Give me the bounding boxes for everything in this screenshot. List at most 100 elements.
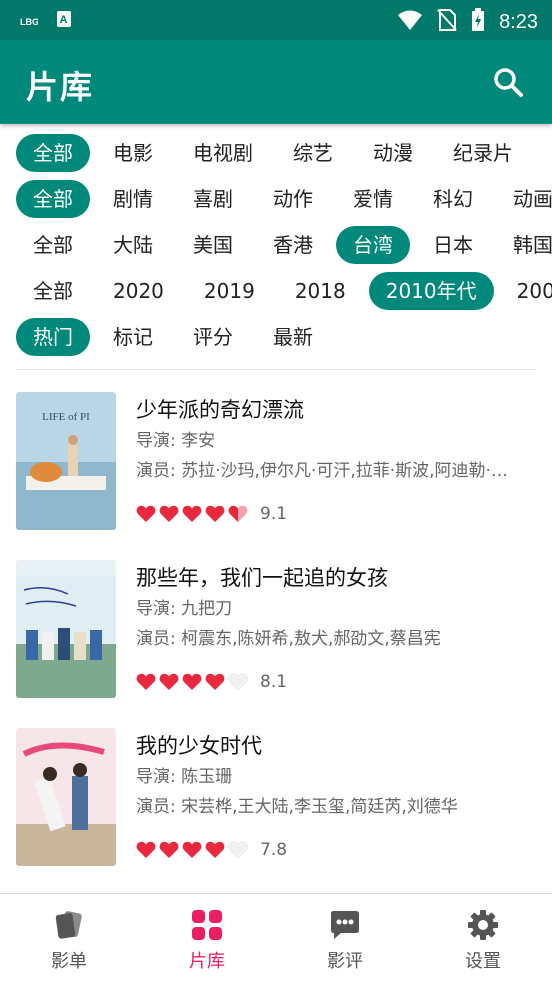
filter-panel: 全部 电影 电视剧 综艺 动漫 纪录片 全部 剧情 喜剧 动作 爱情 科幻 动画 全部 大陆 美国 香港 台湾… (0, 130, 552, 360)
filter-chip-genre[interactable]: 爱情 (336, 180, 410, 218)
tab-library[interactable]: 片库 (138, 894, 276, 983)
rating-hearts (136, 841, 248, 859)
movie-actors: 演员: 苏拉·沙玛,伊尔凡·可汗,拉菲·斯波,阿迪勒·… (136, 461, 508, 481)
movie-director: 导演: 陈玉珊 (136, 767, 233, 787)
tab-movie-lists[interactable]: 影单 (0, 894, 138, 983)
status-time: 8:23 (499, 10, 538, 33)
genre-filter-row: 全部 剧情 喜剧 动作 爱情 科幻 动画 (0, 176, 552, 222)
movie-poster: LIFE of PI (16, 392, 116, 530)
divider (16, 369, 536, 370)
filter-chip-region[interactable]: 美国 (176, 226, 250, 264)
filter-chip-genre[interactable]: 喜剧 (176, 180, 250, 218)
movie-director: 导演: 九把刀 (136, 599, 233, 619)
filter-chip-genre[interactable]: 动作 (256, 180, 330, 218)
tab-label: 影评 (327, 950, 363, 972)
app-notification-icon: A (56, 10, 72, 32)
filter-chip-type[interactable]: 电影 (96, 134, 170, 172)
year-filter-row: 全部2020201920182010年代2000年代 (0, 268, 552, 314)
filter-chip-year[interactable]: 2019 (187, 272, 272, 310)
filter-chip-type[interactable]: 全部 (16, 134, 90, 172)
movie-title: 我的少女时代 (136, 734, 262, 758)
movie-title: 那些年，我们一起追的女孩 (136, 566, 388, 590)
tab-label: 片库 (189, 950, 225, 972)
sort-filter-row: 热门 标记 评分 最新 (0, 314, 552, 360)
movie-poster (16, 560, 116, 698)
movie-rating: 7.8 (136, 836, 536, 864)
bottom-navigation: 影单 片库 影评 设置 (0, 893, 552, 983)
filter-chip-region[interactable]: 香港 (256, 226, 330, 264)
search-icon (494, 68, 523, 97)
movie-director: 导演: 李安 (136, 431, 216, 451)
filter-chip-region[interactable]: 韩国 (496, 226, 552, 264)
search-button[interactable] (492, 66, 524, 98)
heart-icon (205, 673, 225, 690)
heart-icon (205, 841, 225, 858)
filter-chip-region[interactable]: 日本 (416, 226, 490, 264)
comment-icon (331, 910, 359, 939)
filter-chip-type[interactable]: 纪录片 (436, 134, 530, 172)
filter-chip-type[interactable]: 综艺 (276, 134, 350, 172)
movie-poster (16, 728, 116, 866)
filter-chip-sort[interactable]: 最新 (256, 318, 330, 356)
type-filter-row: 全部 电影 电视剧 综艺 动漫 纪录片 (0, 130, 552, 176)
filter-chip-year[interactable]: 全部 (16, 272, 90, 310)
no-sim-icon (437, 8, 457, 36)
filter-chip-sort[interactable]: 热门 (16, 318, 90, 356)
movie-rating: 9.1 (136, 500, 536, 528)
movie-item[interactable]: LIFE of PI 少年派的奇幻漂流 导演: 李安 演员: 苏拉·沙玛,伊尔凡… (0, 392, 552, 560)
filter-chip-region[interactable]: 大陆 (96, 226, 170, 264)
heart-icon (159, 841, 179, 858)
battery-charging-icon (471, 8, 485, 36)
heart-icon (159, 673, 179, 690)
heart-icon (228, 673, 248, 691)
movie-item[interactable]: 那些年，我们一起追的女孩 导演: 九把刀 演员: 柯震东,陈妍希,敖犬,郝劭文,… (0, 560, 552, 728)
rating-hearts (136, 505, 248, 523)
movie-score: 7.8 (260, 840, 288, 860)
filter-chip-year[interactable]: 2018 (278, 272, 363, 310)
svg-text:A: A (60, 14, 68, 26)
filter-chip-type[interactable]: 动漫 (356, 134, 430, 172)
tab-label: 设置 (465, 950, 501, 972)
poster-title: LIFE of PI (42, 411, 90, 423)
filter-chip-genre[interactable]: 动画 (496, 180, 552, 218)
movie-title: 少年派的奇幻漂流 (136, 398, 304, 422)
region-filter-row: 全部 大陆 美国 香港 台湾 日本 韩国 (0, 222, 552, 268)
heart-icon (182, 673, 202, 690)
grid-icon (192, 909, 222, 940)
movie-item[interactable]: 我的少女时代 导演: 陈玉珊 演员: 宋芸桦,王大陆,李玉玺,简廷芮,刘德华 7… (0, 728, 552, 896)
heart-icon (205, 505, 225, 522)
filter-chip-year[interactable]: 2000年代 (500, 272, 552, 310)
heart-icon (182, 505, 202, 522)
gear-icon (468, 909, 498, 940)
tab-reviews[interactable]: 影评 (276, 894, 414, 983)
heart-icon (136, 673, 156, 690)
tab-settings[interactable]: 设置 (414, 894, 552, 983)
cards-icon (55, 910, 82, 939)
status-bar: LBGL A 8:23 (0, 0, 552, 40)
heart-icon (182, 841, 202, 858)
carrier-icon: LBGL (20, 12, 45, 31)
filter-chip-type[interactable]: 电视剧 (176, 134, 270, 172)
movie-rating: 8.1 (136, 668, 536, 696)
movie-actors: 演员: 宋芸桦,王大陆,李玉玺,简廷芮,刘德华 (136, 797, 458, 817)
filter-chip-sort[interactable]: 标记 (96, 318, 170, 356)
filter-chip-sort[interactable]: 评分 (176, 318, 250, 356)
filter-chip-genre[interactable]: 全部 (16, 180, 90, 218)
movie-score: 8.1 (260, 672, 288, 692)
app-bar: 片库 (0, 40, 552, 124)
movie-actors: 演员: 柯震东,陈妍希,敖犬,郝劭文,蔡昌宪 (136, 629, 441, 649)
rating-hearts (136, 673, 248, 691)
movie-list: LIFE of PI 少年派的奇幻漂流 导演: 李安 演员: 苏拉·沙玛,伊尔凡… (0, 392, 552, 896)
heart-icon (136, 841, 156, 858)
filter-chip-genre[interactable]: 剧情 (96, 180, 170, 218)
filter-chip-year[interactable]: 2010年代 (368, 272, 494, 310)
filter-chip-genre[interactable]: 科幻 (416, 180, 490, 218)
heart-icon (159, 505, 179, 522)
heart-icon (228, 505, 248, 522)
heart-icon (228, 841, 248, 859)
movie-score: 9.1 (260, 504, 288, 524)
filter-chip-region[interactable]: 全部 (16, 226, 90, 264)
page-title: 片库 (26, 68, 95, 106)
filter-chip-region[interactable]: 台湾 (336, 226, 410, 264)
filter-chip-year[interactable]: 2020 (96, 272, 181, 310)
